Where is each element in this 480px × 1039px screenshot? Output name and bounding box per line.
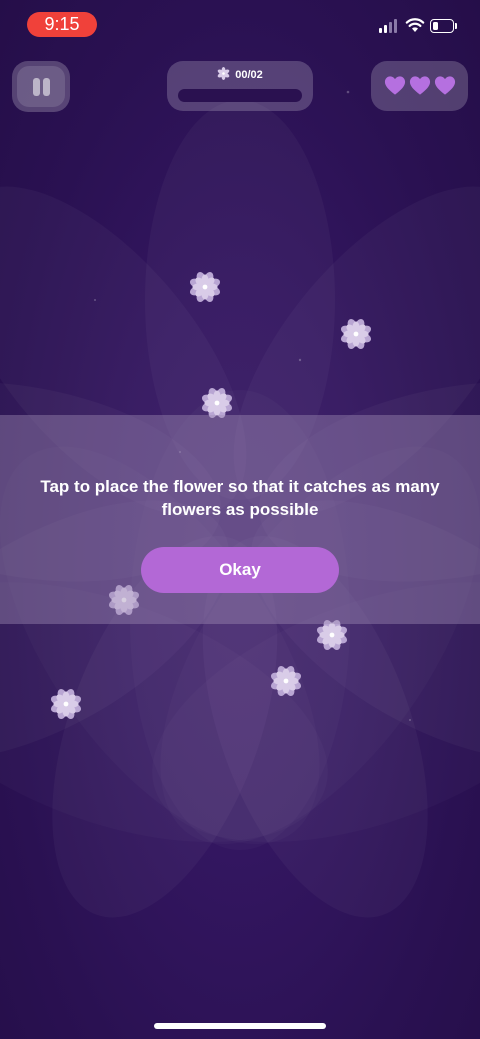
heart-icon xyxy=(409,76,431,95)
lives-panel xyxy=(371,61,468,111)
flower-icon xyxy=(340,318,372,350)
flower-icon xyxy=(50,688,82,720)
progress-count: 00/02 xyxy=(235,69,263,81)
instruction-text: Tap to place the flower so that it catch… xyxy=(40,477,440,519)
progress-bar xyxy=(178,89,302,102)
okay-button[interactable]: Okay xyxy=(141,547,339,593)
flower-icon xyxy=(217,67,230,80)
flower-icon xyxy=(270,665,302,697)
status-time: 9:15 xyxy=(27,12,97,37)
instruction-overlay: Tap to place the flower so that it catch… xyxy=(0,415,480,624)
battery-icon xyxy=(430,19,460,35)
heart-icon xyxy=(384,76,406,95)
cellular-signal-icon xyxy=(379,19,399,33)
home-indicator xyxy=(154,1023,326,1029)
wifi-icon xyxy=(405,18,425,32)
flower-progress-panel: 00/02 xyxy=(167,61,313,111)
flower-icon xyxy=(189,271,221,303)
pause-button[interactable] xyxy=(12,61,70,112)
status-bar: 9:15 xyxy=(0,0,480,48)
pause-icon xyxy=(17,66,65,107)
heart-icon xyxy=(434,76,456,95)
